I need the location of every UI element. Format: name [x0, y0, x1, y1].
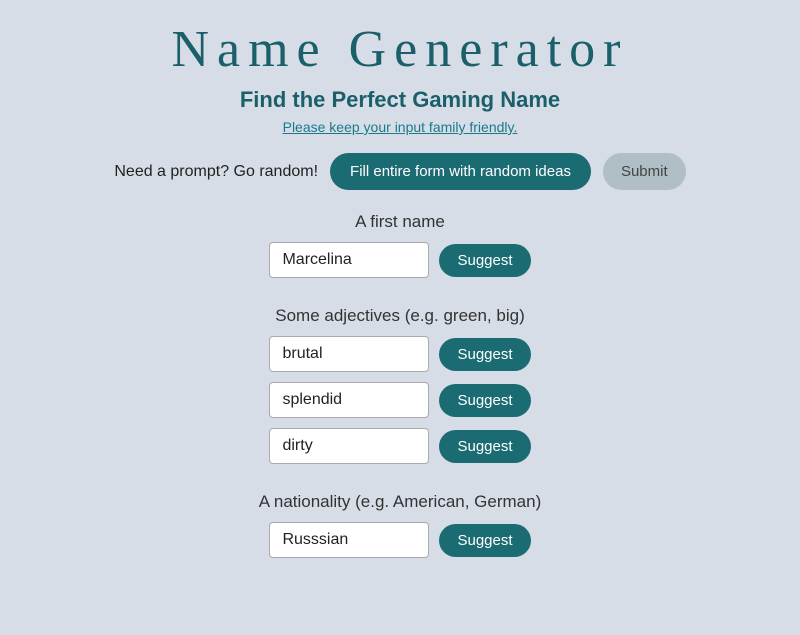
adjective-3-suggest-button[interactable]: Suggest — [439, 430, 530, 463]
first-name-input[interactable] — [269, 242, 429, 278]
first-name-input-row: Suggest — [269, 242, 530, 278]
submit-button[interactable]: Submit — [603, 153, 686, 190]
nationality-label: A nationality (e.g. American, German) — [259, 492, 542, 512]
first-name-suggest-button[interactable]: Suggest — [439, 244, 530, 277]
adjectives-label: Some adjectives (e.g. green, big) — [275, 306, 524, 326]
nationality-input-row: Suggest — [269, 522, 530, 558]
adjective-2-input[interactable] — [269, 382, 429, 418]
nationality-section: A nationality (e.g. American, German) Su… — [120, 492, 680, 568]
adjective-1-row: Suggest — [269, 336, 530, 372]
note-text-prefix: Please keep your — [283, 119, 395, 135]
page-subtitle: Find the Perfect Gaming Name — [240, 87, 560, 113]
adjective-3-input[interactable] — [269, 428, 429, 464]
first-name-label: A first name — [355, 212, 445, 232]
note-link: input — [395, 119, 425, 135]
nationality-input[interactable] — [269, 522, 429, 558]
adjective-3-row: Suggest — [269, 428, 530, 464]
first-name-section: A first name Suggest — [120, 212, 680, 288]
fill-random-button[interactable]: Fill entire form with random ideas — [330, 153, 591, 190]
adjective-1-suggest-button[interactable]: Suggest — [439, 338, 530, 371]
family-friendly-note: Please keep your input family friendly. — [283, 119, 518, 135]
adjective-2-suggest-button[interactable]: Suggest — [439, 384, 530, 417]
adjectives-section: Some adjectives (e.g. green, big) Sugges… — [120, 306, 680, 474]
adjective-1-input[interactable] — [269, 336, 429, 372]
note-text-suffix: family friendly. — [425, 119, 517, 135]
nationality-suggest-button[interactable]: Suggest — [439, 524, 530, 557]
page-title: Name Generator — [171, 20, 628, 79]
random-prompt-text: Need a prompt? Go random! — [114, 163, 318, 181]
adjective-2-row: Suggest — [269, 382, 530, 418]
random-prompt-row: Need a prompt? Go random! Fill entire fo… — [114, 153, 685, 190]
